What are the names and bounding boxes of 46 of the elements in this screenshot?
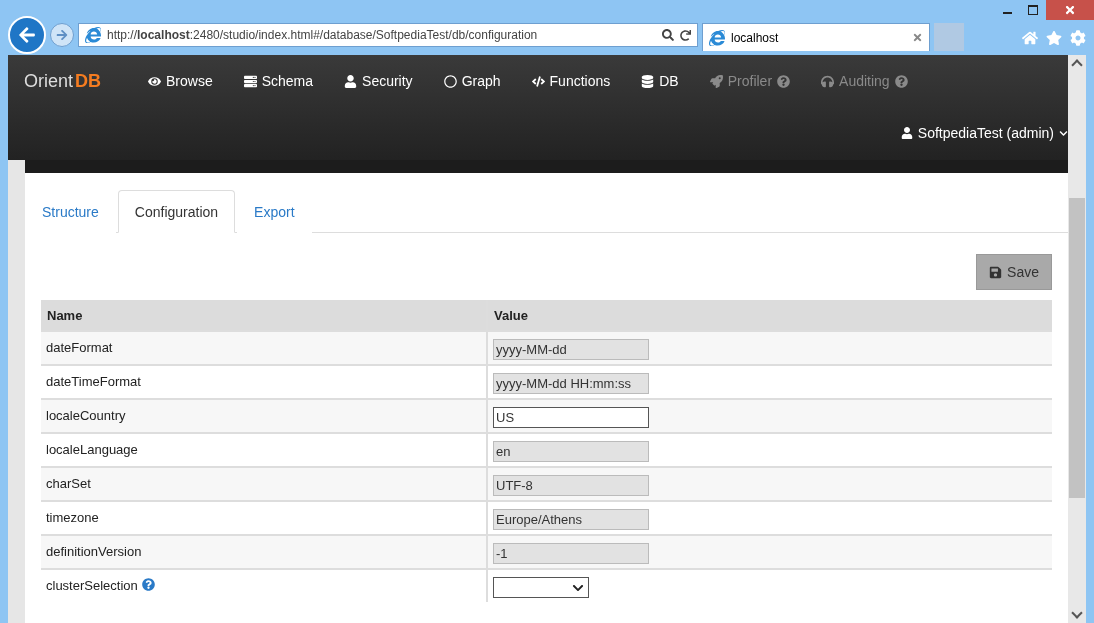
table-cell: dateTimeFormat (46, 374, 141, 389)
table-cell: localeCountry (46, 408, 126, 423)
browser-logo-icon (709, 29, 725, 46)
close-button[interactable] (1046, 0, 1094, 20)
nav-icon (709, 74, 723, 88)
table-cell: dateFormat (46, 340, 113, 355)
nav-icon (344, 74, 358, 88)
user-icon (900, 127, 913, 139)
star-icon[interactable] (1046, 30, 1062, 46)
refresh-icon[interactable] (680, 29, 691, 41)
nav-link[interactable]: Graph (443, 73, 501, 89)
logo[interactable]: OrientDB (24, 70, 148, 92)
nav-link[interactable]: Schema (243, 73, 314, 89)
close-icon[interactable] (912, 32, 923, 43)
browser-logo-icon (85, 27, 101, 43)
forward-button[interactable] (50, 23, 74, 47)
close-icon (1064, 4, 1076, 16)
table-cell: localeLanguage (46, 442, 138, 457)
nav-link[interactable]: Security (344, 73, 413, 89)
nav-link[interactable]: Functions (531, 73, 611, 89)
table-cell: clusterSelection (46, 578, 138, 593)
scrollbar[interactable] (1068, 55, 1086, 623)
user-menu[interactable]: SoftpediaTest (admin) (900, 125, 1068, 141)
input-field[interactable]: US (493, 407, 649, 428)
nav-icon (443, 74, 457, 88)
arrow-right-icon (56, 29, 68, 41)
arrow-left-icon (18, 26, 36, 44)
table-cell: definitionVersion (46, 544, 142, 559)
nav-link[interactable]: DB (641, 73, 679, 89)
save-button[interactable]: Save (976, 254, 1052, 290)
search-icon[interactable] (662, 29, 674, 41)
caret-icon (1059, 128, 1068, 138)
tab[interactable]: Configuration (117, 190, 236, 233)
address-bar[interactable]: http://localhost:2480/studio/index.html#/database/SoftpediaTest/db/configuration (78, 23, 698, 47)
table-cell: charSet (46, 476, 91, 491)
nav-icon (148, 74, 161, 88)
nav-icon (531, 74, 545, 88)
nav-link[interactable]: Browse (148, 73, 213, 89)
browser-tab[interactable]: localhost (702, 23, 930, 51)
table-cell: timezone (46, 510, 99, 525)
nav-icon (821, 74, 835, 88)
back-button[interactable] (8, 16, 46, 54)
nav-icon (641, 74, 655, 88)
nav-icon (243, 74, 257, 88)
help-icon[interactable] (141, 578, 155, 591)
dropdown[interactable] (493, 577, 589, 598)
